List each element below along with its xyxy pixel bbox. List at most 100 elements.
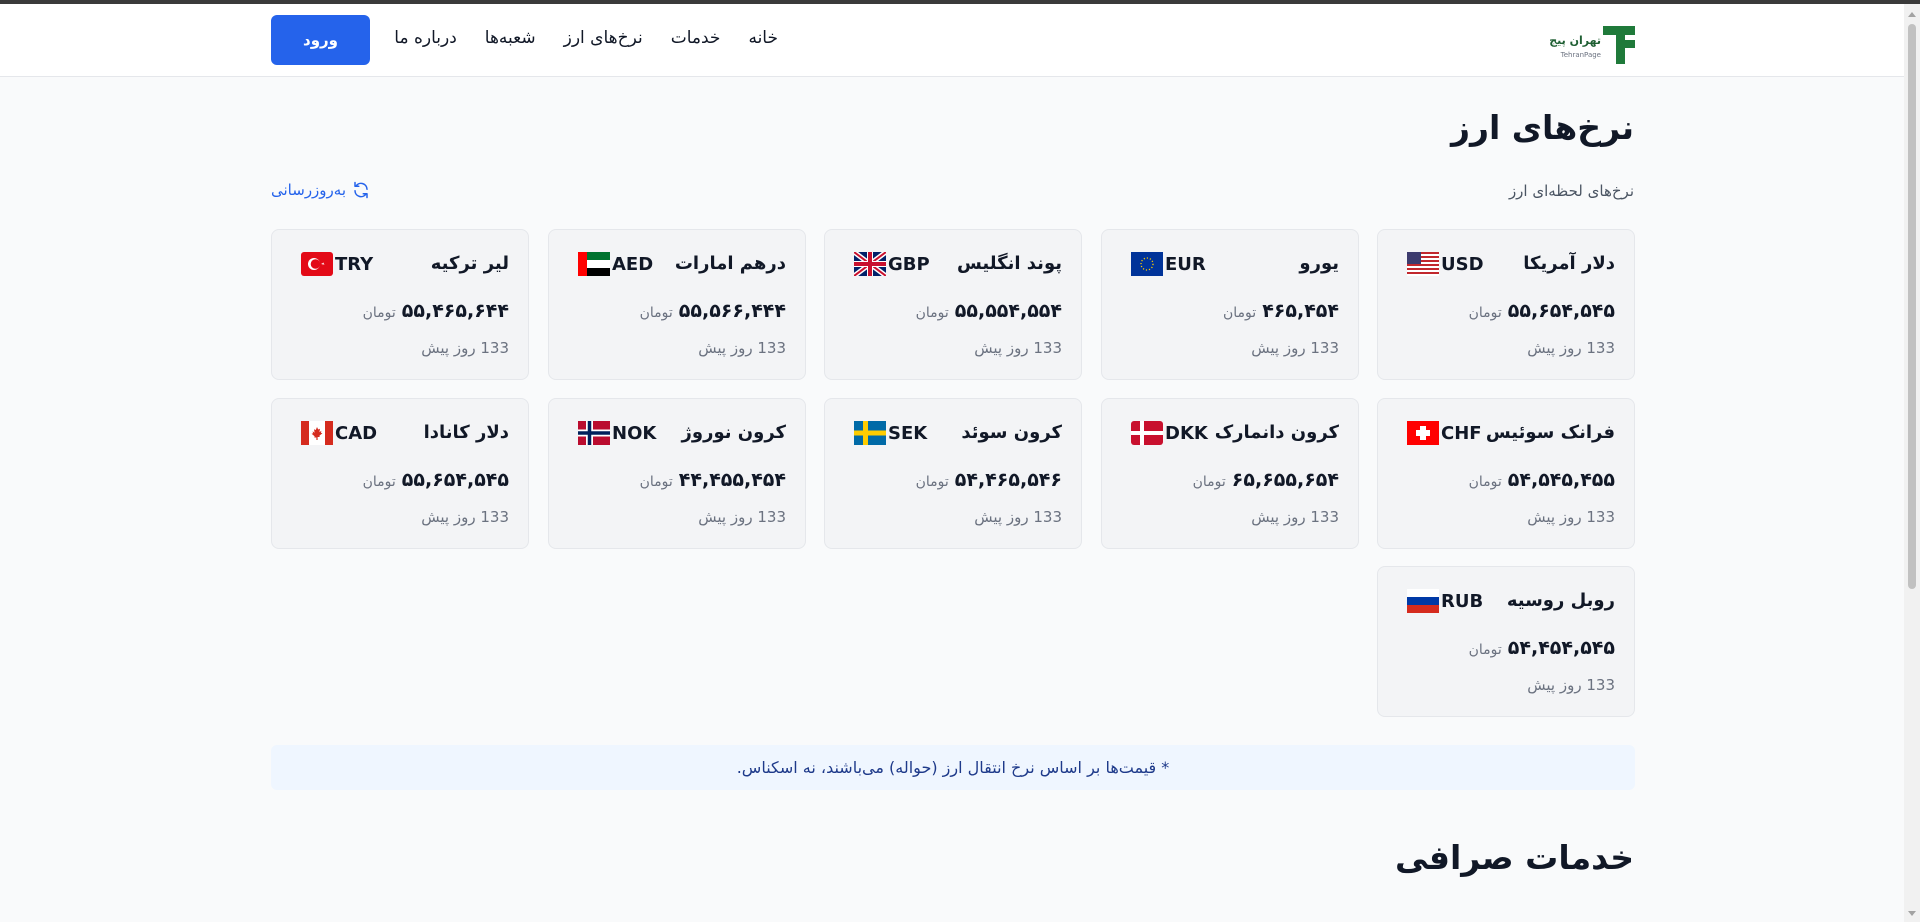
price-row: ۵۴,۴۵۴,۵۴۵ تومان xyxy=(1469,637,1615,659)
price-unit: تومان xyxy=(1468,305,1502,321)
currency-code-group: AED xyxy=(578,252,653,276)
currency-price: ۵۴,۵۴۵,۴۵۵ xyxy=(1507,469,1615,491)
currency-name: کرون سوئد xyxy=(961,422,1062,443)
price-row: ۵۵,۴۶۵,۶۴۴ تومان xyxy=(363,300,509,322)
price-unit: تومان xyxy=(1192,474,1226,490)
ae-flag-icon xyxy=(578,252,610,276)
currency-name: روبل روسیه xyxy=(1506,590,1615,611)
nav-home[interactable]: خانه xyxy=(748,28,778,48)
scroll-up-icon[interactable] xyxy=(1908,12,1916,17)
rate-card-dkk[interactable]: کرون دانمارک DKK ۶۵,۶۵۵,۶۵۴ تومان 133 روز پی… xyxy=(1101,398,1359,549)
scrollbar-thumb[interactable] xyxy=(1908,24,1916,589)
refresh-button[interactable]: به‌روزرسانی xyxy=(271,181,370,199)
rate-card-rub[interactable]: روبل روسیه RUB ۵۴,۴۵۴,۵۴۵ تومان 133 روز پیش xyxy=(1377,566,1635,717)
main-nav: خانه خدمات نرخ‌های ارز شعبه‌ها درباره ما xyxy=(394,28,778,48)
refresh-icon xyxy=(354,181,368,199)
site-logo[interactable]: تهران پیج TehranPage xyxy=(1549,22,1635,68)
tr-flag-icon xyxy=(301,252,333,276)
logo-mark-icon xyxy=(1603,26,1635,64)
currency-code: RUB xyxy=(1441,590,1484,612)
price-row: ۵۵,۶۵۴,۵۴۵ تومان xyxy=(1469,300,1615,322)
currency-name: پوند انگلیس xyxy=(956,253,1062,274)
last-updated: 133 روز پیش xyxy=(1251,508,1339,526)
rate-card-cad[interactable]: دلار کانادا CAD ۵۵,۶۵۴,۵۴۵ تومان 133 روز پیش xyxy=(271,398,529,549)
rate-card-aed[interactable]: درهم امارات AED ۵۵,۵۶۶,۴۴۴ تومان 133 روز پیش xyxy=(548,229,806,380)
nav-rates[interactable]: نرخ‌های ارز xyxy=(564,28,643,48)
last-updated: 133 روز پیش xyxy=(1527,339,1615,357)
rate-card-usd[interactable]: دلار آمریکا USD ۵۵,۶۵۴,۵۴۵ تومان 133 روز پیش xyxy=(1377,229,1635,380)
price-unit: تومان xyxy=(639,305,673,321)
currency-code: AED xyxy=(612,253,654,275)
rates-grid: دلار آمریکا USD ۵۵,۶۵۴,۵۴۵ تومان 133 روز پیش… xyxy=(271,229,1635,719)
currency-name: درهم امارات xyxy=(674,253,786,274)
price-unit: تومان xyxy=(1468,642,1502,658)
price-row: ۵۵,۵۶۶,۴۴۴ تومان xyxy=(640,300,786,322)
price-unit: تومان xyxy=(1468,474,1502,490)
currency-code: SEK xyxy=(888,422,928,444)
rate-card-try[interactable]: لیر ترکیه TRY ۵۵,۴۶۵,۶۴۴ تومان 133 روز پیش xyxy=(271,229,529,380)
login-button[interactable]: ورود xyxy=(271,15,370,65)
price-unit: تومان xyxy=(1223,305,1257,321)
currency-code-group: RUB xyxy=(1407,589,1483,613)
ru-flag-icon xyxy=(1407,589,1439,613)
page-scrollbar[interactable] xyxy=(1904,4,1920,922)
currency-code-group: SEK xyxy=(854,421,927,445)
rate-card-gbp[interactable]: پوند انگلیس GBP ۵۵,۵۵۴,۵۵۴ تومان 133 روز پیش xyxy=(824,229,1082,380)
price-row: ۵۵,۶۵۴,۵۴۵ تومان xyxy=(363,469,509,491)
currency-price: ۴۶۵,۴۵۴ xyxy=(1262,300,1339,322)
currency-price: ۵۵,۶۵۴,۵۴۵ xyxy=(1507,300,1615,322)
rate-card-nok[interactable]: کرون نوروژ NOK ۴۴,۴۵۵,۴۵۴ تومان 133 روز پیش xyxy=(548,398,806,549)
last-updated: 133 روز پیش xyxy=(698,508,786,526)
currency-price: ۵۴,۴۶۵,۵۴۶ xyxy=(954,469,1062,491)
currency-price: ۵۵,۶۵۴,۵۴۵ xyxy=(401,469,509,491)
currency-code-group: TRY xyxy=(301,252,373,276)
scroll-down-icon[interactable] xyxy=(1908,911,1916,916)
currency-price: ۶۵,۶۵۵,۶۵۴ xyxy=(1231,469,1339,491)
currency-code: CHF xyxy=(1441,422,1482,444)
currency-name: یورو xyxy=(1299,253,1339,274)
currency-code-group: CAD xyxy=(301,421,377,445)
price-row: ۴۴,۴۵۵,۴۵۴ تومان xyxy=(640,469,786,491)
rate-card-chf[interactable]: فرانک سوئیس CHF ۵۴,۵۴۵,۴۵۵ تومان 133 روز پیش xyxy=(1377,398,1635,549)
rates-note-text: * قیمت‌ها بر اساس نرخ انتقال ارز (حواله)… xyxy=(736,758,1170,777)
logo-text-en: TehranPage xyxy=(1560,51,1601,59)
dk-flag-icon xyxy=(1131,421,1163,445)
rates-note: * قیمت‌ها بر اساس نرخ انتقال ارز (حواله)… xyxy=(271,745,1635,790)
currency-price: ۵۵,۵۵۴,۵۵۴ xyxy=(954,300,1062,322)
last-updated: 133 روز پیش xyxy=(1527,508,1615,526)
ca-flag-icon xyxy=(301,421,333,445)
currency-code-group: DKK xyxy=(1131,421,1208,445)
currency-price: ۴۴,۴۵۵,۴۵۴ xyxy=(678,469,786,491)
nav-about[interactable]: درباره ما xyxy=(394,28,457,48)
page-title: نرخ‌های ارز xyxy=(1450,108,1634,147)
se-flag-icon xyxy=(854,421,886,445)
currency-price: ۵۴,۴۵۴,۵۴۵ xyxy=(1507,637,1615,659)
price-unit: تومان xyxy=(362,305,396,321)
currency-name: دلار کانادا xyxy=(423,422,509,443)
last-updated: 133 روز پیش xyxy=(1527,676,1615,694)
site-header: تهران پیج TehranPage خانه خدمات نرخ‌های … xyxy=(0,4,1904,77)
price-unit: تومان xyxy=(915,474,949,490)
nav-branches[interactable]: شعبه‌ها xyxy=(485,28,536,48)
eu-flag-icon xyxy=(1131,252,1163,276)
currency-code-group: CHF xyxy=(1407,421,1482,445)
price-row: ۵۵,۵۵۴,۵۵۴ تومان xyxy=(916,300,1062,322)
currency-code: EUR xyxy=(1165,253,1206,275)
currency-name: کرون نوروژ xyxy=(681,422,786,443)
nav-services[interactable]: خدمات xyxy=(671,28,721,48)
price-row: ۵۴,۴۶۵,۵۴۶ تومان xyxy=(916,469,1062,491)
currency-price: ۵۵,۴۶۵,۶۴۴ xyxy=(401,300,509,322)
last-updated: 133 روز پیش xyxy=(421,508,509,526)
refresh-label: به‌روزرسانی xyxy=(271,181,347,199)
currency-code: CAD xyxy=(335,422,378,444)
currency-code: USD xyxy=(1441,253,1484,275)
us-flag-icon xyxy=(1407,252,1439,276)
price-unit: تومان xyxy=(639,474,673,490)
rate-card-eur[interactable]: یورو EUR ۴۶۵,۴۵۴ تومان 133 روز پیش xyxy=(1101,229,1359,380)
currency-name: کرون دانمارک xyxy=(1214,422,1339,443)
rate-card-sek[interactable]: کرون سوئد SEK ۵۴,۴۶۵,۵۴۶ تومان 133 روز پیش xyxy=(824,398,1082,549)
currency-code-group: EUR xyxy=(1131,252,1206,276)
price-unit: تومان xyxy=(915,305,949,321)
currency-name: فرانک سوئیس xyxy=(1485,422,1615,443)
currency-code: NOK xyxy=(612,422,657,444)
